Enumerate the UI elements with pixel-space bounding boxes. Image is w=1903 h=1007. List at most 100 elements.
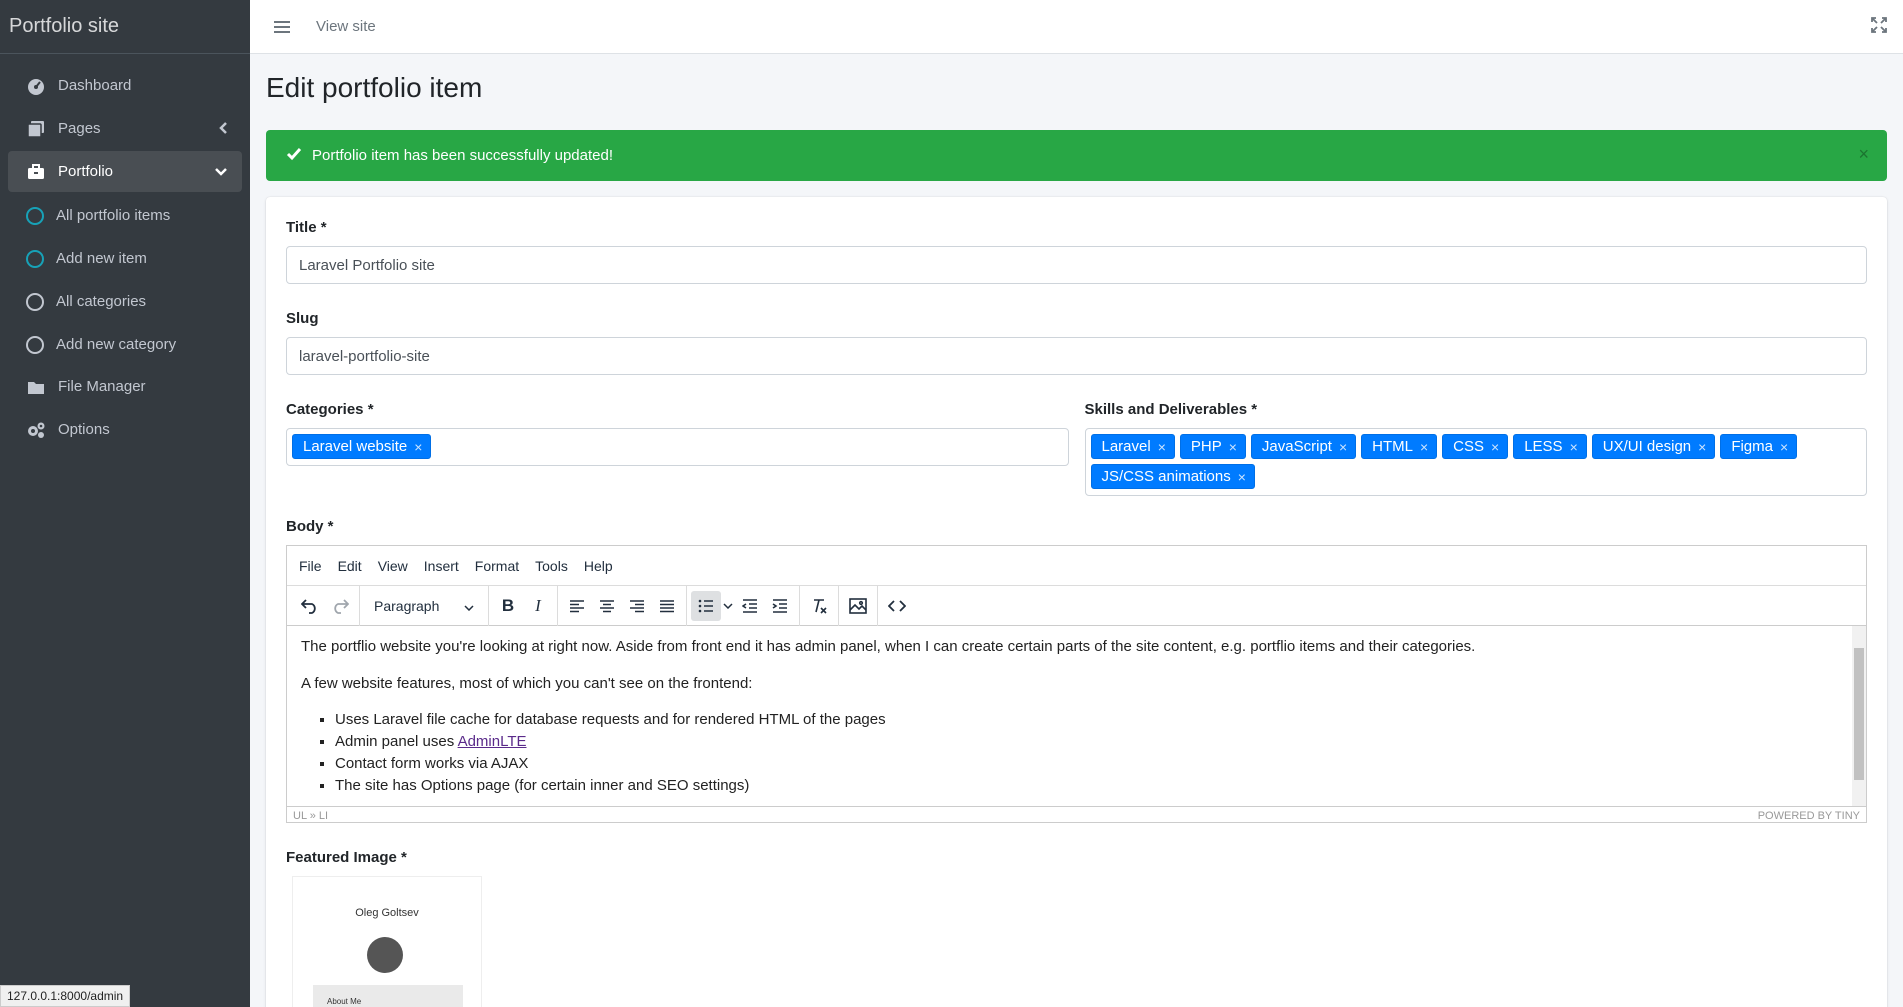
categories-label: Categories *	[286, 401, 374, 418]
italic-icon[interactable]: I	[523, 591, 553, 621]
menu-edit[interactable]: Edit	[338, 558, 362, 574]
outdent-icon[interactable]	[735, 591, 765, 621]
remove-tag-icon[interactable]: ×	[1570, 439, 1578, 455]
remove-tag-icon[interactable]: ×	[1698, 439, 1706, 455]
categories-column: Categories * Laravel website ×	[286, 401, 1069, 496]
bullet-list-icon[interactable]	[691, 590, 721, 621]
menu-tools[interactable]: Tools	[535, 558, 568, 574]
powered-by-tiny[interactable]: POWERED BY TINY	[1758, 810, 1860, 822]
avatar	[367, 937, 403, 973]
body-paragraph: A few website features, most of which yo…	[301, 674, 753, 692]
skills-select[interactable]: Laravel × PHP × JavaScript × HTML × CSS × LES…	[1084, 428, 1867, 496]
remove-tag-icon[interactable]: ×	[1339, 439, 1347, 455]
sidebar-item-all-portfolio-items[interactable]: All portfolio items	[8, 194, 242, 237]
sidebar-item-label: File Manager	[58, 378, 146, 395]
block-format-select[interactable]: Paragraph	[364, 591, 484, 621]
menu-format[interactable]: Format	[475, 558, 519, 574]
categories-select[interactable]: Laravel website ×	[286, 428, 1069, 466]
sidebar-item-label: Dashboard	[58, 77, 132, 94]
redo-icon[interactable]	[325, 591, 355, 621]
align-left-icon[interactable]	[562, 591, 592, 621]
list-item: Contact form works via AJAX	[335, 753, 1852, 775]
view-site-link[interactable]: View site	[316, 18, 376, 35]
toolbar-divider	[488, 585, 489, 626]
sidebar-item-options[interactable]: Options	[8, 409, 242, 450]
toolbar-divider	[877, 585, 878, 626]
circle-icon	[26, 292, 44, 311]
remove-tag-icon[interactable]: ×	[414, 439, 422, 455]
check-icon	[286, 147, 302, 165]
skill-tag: UX/UI design ×	[1591, 434, 1716, 459]
align-right-icon[interactable]	[622, 591, 652, 621]
chevron-down-icon	[214, 164, 228, 181]
success-alert: Portfolio item has been successfully upd…	[266, 130, 1887, 181]
briefcase-icon	[26, 162, 46, 182]
dashboard-icon	[26, 76, 46, 96]
align-center-icon[interactable]	[592, 591, 622, 621]
sidebar-item-label: Pages	[58, 120, 101, 137]
feature-list: Uses Laravel file cache for database req…	[335, 709, 1852, 797]
remove-tag-icon[interactable]: ×	[1229, 439, 1237, 455]
sidebar-item-add-new-category[interactable]: Add new category	[8, 323, 242, 366]
remove-tag-icon[interactable]: ×	[1158, 439, 1166, 455]
remove-tag-icon[interactable]: ×	[1420, 439, 1428, 455]
indent-icon[interactable]	[765, 591, 795, 621]
edit-form-card: Title * Laravel Portfolio site Slug lara…	[266, 197, 1887, 1007]
skill-tag: JavaScript ×	[1250, 434, 1357, 459]
sidebar-item-label: Add new category	[56, 336, 177, 353]
main-content: Edit portfolio item Portfolio item has b…	[250, 54, 1903, 1007]
sidebar-item-all-categories[interactable]: All categories	[8, 280, 242, 323]
sidebar: Portfolio site Dashboard Pages Portfolio	[0, 0, 250, 1007]
sidebar-item-file-manager[interactable]: File Manager	[8, 366, 242, 407]
clear-formatting-icon[interactable]	[804, 591, 834, 621]
title-input[interactable]: Laravel Portfolio site	[286, 246, 1867, 284]
pages-icon	[26, 119, 46, 139]
menu-help[interactable]: Help	[584, 558, 613, 574]
element-path[interactable]: UL » LI	[293, 810, 328, 822]
editor-menubar: File Edit View Insert Format Tools Help	[287, 546, 1866, 586]
preview-about: About Me	[327, 997, 362, 1006]
brand-title[interactable]: Portfolio site	[0, 0, 250, 54]
sidebar-item-label: Portfolio	[58, 163, 114, 180]
chevron-down-icon[interactable]	[721, 602, 735, 609]
folder-icon	[26, 377, 46, 397]
adminlte-link[interactable]: AdminLTE	[458, 733, 527, 750]
remove-tag-icon[interactable]: ×	[1780, 439, 1788, 455]
featured-image-preview[interactable]: Oleg Goltsev About Me	[292, 876, 482, 1007]
source-code-icon[interactable]	[882, 591, 912, 621]
undo-icon[interactable]	[295, 591, 325, 621]
menu-insert[interactable]: Insert	[424, 558, 459, 574]
fullscreen-icon[interactable]	[1871, 17, 1887, 38]
preview-name: Oleg Goltsev	[355, 907, 419, 919]
body-paragraph: The portflio website you're looking at r…	[301, 638, 1476, 655]
slug-input[interactable]: laravel-portfolio-site	[286, 337, 1867, 375]
editor-scrollbar[interactable]	[1852, 626, 1866, 806]
category-tag: Laravel website ×	[292, 434, 432, 459]
remove-tag-icon[interactable]: ×	[1238, 469, 1246, 485]
sidebar-item-pages[interactable]: Pages	[8, 108, 242, 149]
editor-content[interactable]: The portflio website you're looking at r…	[287, 626, 1866, 806]
alert-message: Portfolio item has been successfully upd…	[312, 147, 614, 164]
menu-file[interactable]: File	[299, 558, 322, 574]
chevron-down-icon	[464, 598, 474, 614]
sidebar-item-label: Options	[58, 421, 110, 438]
skill-tag: Laravel ×	[1090, 434, 1175, 459]
scrollbar-thumb[interactable]	[1854, 648, 1864, 780]
skill-tag: PHP ×	[1179, 434, 1246, 459]
close-alert-button[interactable]: ×	[1858, 144, 1869, 165]
circle-icon	[26, 335, 44, 354]
remove-tag-icon[interactable]: ×	[1491, 439, 1499, 455]
circle-icon	[26, 249, 44, 268]
hamburger-menu-icon[interactable]	[274, 20, 290, 33]
featured-image-label: Featured Image *	[286, 849, 407, 866]
skill-tag: CSS ×	[1442, 434, 1509, 459]
image-icon[interactable]	[843, 591, 873, 621]
skill-tag: JS/CSS animations ×	[1090, 464, 1255, 489]
sidebar-item-add-new-item[interactable]: Add new item	[8, 237, 242, 280]
sidebar-item-portfolio[interactable]: Portfolio	[8, 151, 242, 192]
slug-label: Slug	[286, 310, 319, 327]
bold-icon[interactable]: B	[493, 591, 523, 621]
sidebar-item-dashboard[interactable]: Dashboard	[8, 65, 242, 106]
align-justify-icon[interactable]	[652, 591, 682, 621]
menu-view[interactable]: View	[378, 558, 408, 574]
